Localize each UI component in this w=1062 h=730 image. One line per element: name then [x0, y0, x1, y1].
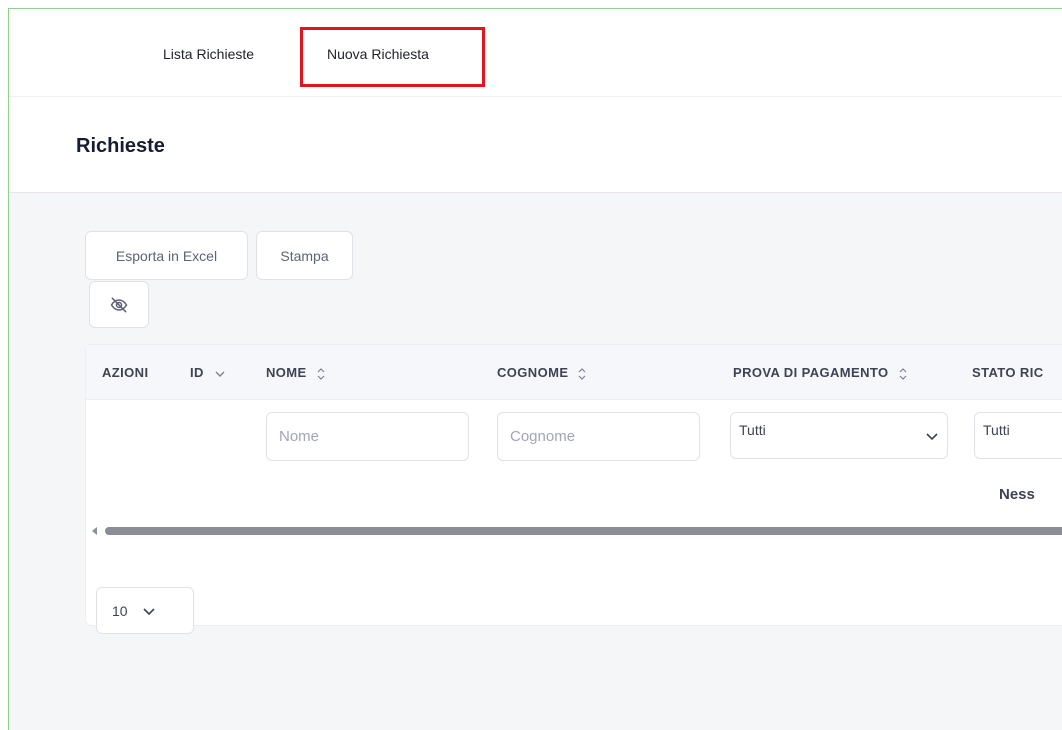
table-card: AZIONI ID NOME COGNOME PROVA DI PAGAMENT…	[85, 344, 1062, 634]
cognome-placeholder: Cognome	[510, 428, 576, 445]
nav-lista-richieste[interactable]: Lista Richieste	[163, 46, 254, 62]
nome-filter-input[interactable]: Nome	[266, 412, 469, 461]
eye-slash-icon	[110, 297, 128, 312]
col-prova-label: PROVA DI PAGAMENTO	[733, 365, 889, 380]
prova-select-value: Tutti	[739, 421, 766, 438]
column-visibility-button[interactable]	[89, 281, 149, 328]
print-button[interactable]: Stampa	[256, 231, 353, 280]
col-nome[interactable]: NOME	[266, 365, 325, 380]
sort-icon	[579, 367, 586, 380]
export-excel-button[interactable]: Esporta in Excel	[85, 231, 248, 280]
sort-icon	[899, 367, 906, 380]
scroll-left-arrow-icon[interactable]	[92, 527, 97, 535]
page-title: Richieste	[76, 135, 165, 157]
col-id[interactable]: ID	[190, 365, 226, 380]
prova-pagamento-select[interactable]: Tutti	[730, 412, 948, 459]
col-nome-label: NOME	[266, 365, 307, 380]
empty-table-message: Ness	[999, 486, 1035, 503]
cognome-filter-input[interactable]: Cognome	[497, 412, 700, 461]
chevron-down-icon	[215, 371, 225, 377]
page-header: Richieste	[9, 97, 1062, 193]
app-frame: Lista Richieste Nuova Richiesta Richiest…	[8, 8, 1062, 730]
highlight-box	[300, 27, 485, 87]
col-cognome[interactable]: COGNOME	[497, 365, 586, 380]
col-azioni-label: AZIONI	[102, 365, 149, 380]
chevron-down-icon	[143, 607, 155, 615]
horizontal-scrollbar[interactable]	[86, 525, 1062, 537]
table-header: AZIONI ID NOME COGNOME PROVA DI PAGAMENT…	[86, 345, 1062, 400]
sort-icon	[317, 367, 325, 380]
stato-richiesta-select[interactable]: Tutti	[974, 412, 1062, 459]
page-size-select[interactable]: 10	[96, 587, 194, 634]
chevron-down-icon	[926, 432, 938, 440]
top-navigation: Lista Richieste Nuova Richiesta	[9, 9, 1062, 97]
scrollbar-thumb[interactable]	[105, 527, 1062, 535]
col-stato-label: STATO RIC	[972, 365, 1044, 380]
col-stato-richiesta[interactable]: STATO RIC	[972, 365, 1044, 380]
nome-placeholder: Nome	[279, 428, 320, 445]
col-azioni: AZIONI	[102, 365, 148, 380]
col-cognome-label: COGNOME	[497, 365, 569, 380]
stato-select-value: Tutti	[983, 421, 1010, 438]
page-size-value: 10	[112, 602, 128, 619]
col-id-label: ID	[190, 365, 204, 380]
main-content: Esporta in Excel Stampa AZIONI ID NOME C…	[9, 194, 1062, 730]
col-prova-pagamento[interactable]: PROVA DI PAGAMENTO	[733, 365, 907, 380]
